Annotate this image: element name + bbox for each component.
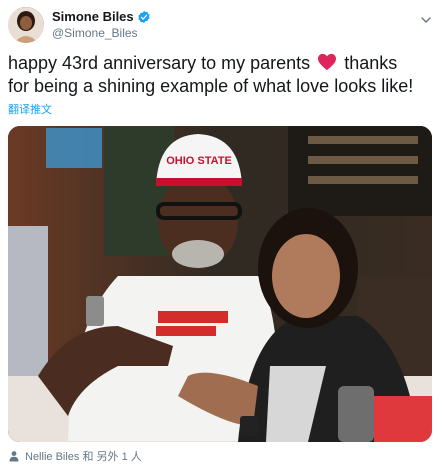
verified-badge-icon (137, 10, 150, 24)
tweet-text: happy 43rd anniversary to my parents tha… (8, 52, 438, 98)
profile-avatar[interactable] (8, 7, 44, 43)
hat-logo-text: OHIO STATE (166, 155, 232, 167)
tweet-photo[interactable]: OHIO STATE (8, 126, 432, 442)
chevron-down-icon[interactable] (420, 14, 432, 26)
tweet-text-line1: happy 43rd anniversary to my parents (8, 53, 311, 73)
tagged-users-label[interactable]: Nellie Biles 和 另外 1 人 (25, 448, 142, 464)
display-name[interactable]: Simone Biles (52, 9, 134, 25)
translate-tweet-link[interactable]: 翻译推文 (8, 101, 52, 117)
tweet-card: Simone Biles @Simone_Biles happy 43rd an… (0, 0, 442, 472)
name-row: Simone Biles (52, 9, 151, 25)
tagged-users[interactable]: Nellie Biles 和 另外 1 人 (8, 448, 142, 464)
red-heart-emoji-icon (318, 53, 337, 71)
user-handle[interactable]: @Simone_Biles (52, 25, 151, 41)
tweet-text-line2: for being a shining example of what love… (8, 76, 414, 96)
person-tag-icon (9, 451, 19, 462)
user-names: Simone Biles @Simone_Biles (52, 9, 151, 41)
tweet-text-after-heart: thanks (344, 53, 398, 73)
tweet-header: Simone Biles @Simone_Biles (8, 6, 151, 44)
